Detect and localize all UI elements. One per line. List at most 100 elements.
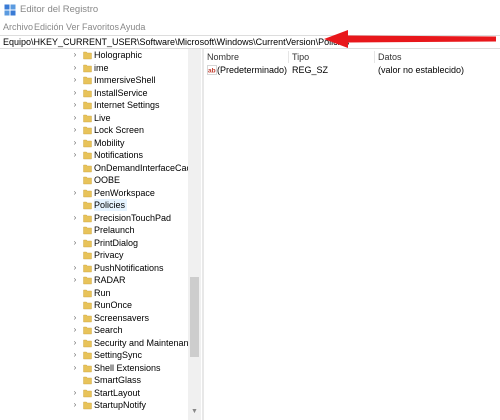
folder-icon [83,314,92,322]
chevron-right-icon[interactable]: › [71,400,79,410]
tree-item[interactable]: › PrecisionTouchPad [0,212,188,225]
tree-item-label: Run [94,287,111,298]
tree-scrollbar-thumb[interactable] [190,277,199,357]
folder-icon [83,201,92,210]
registry-editor-icon [4,4,16,16]
column-header-data[interactable]: Datos [378,52,402,62]
tree-item[interactable]: Privacy [0,249,188,262]
chevron-right-icon[interactable]: › [71,388,79,398]
menu-favorites[interactable]: Favoritos [82,22,119,32]
chevron-right-icon[interactable]: › [71,188,79,198]
tree-item-label: OOBE [94,175,121,185]
tree-item-label: StartupNotify [94,400,147,410]
chevron-right-icon[interactable]: › [71,263,79,273]
column-header-name[interactable]: Nombre [207,52,239,62]
tree-item-label: SettingSync [94,350,143,360]
chevron-right-icon[interactable]: › [71,338,79,348]
chevron-right-icon[interactable]: › [71,350,79,360]
menu-help[interactable]: Ayuda [120,22,145,32]
tree-item-label: Lock Screen [94,125,145,135]
tree-item[interactable]: › ImmersiveShell [0,74,188,87]
tree-item-label: RADAR [94,275,126,285]
folder-icon [83,251,92,260]
tree-item[interactable]: › Security and Maintenanc [0,337,190,350]
tree-item[interactable]: › Holographic [0,49,188,62]
tree-item[interactable]: RunOnce [0,299,188,312]
tree-item[interactable]: › Mobility [0,137,188,150]
folder-icon [83,364,92,372]
tree-item[interactable]: › PrintDialog [0,237,188,250]
chevron-right-icon[interactable]: › [71,363,79,373]
tree-item[interactable]: Policies [0,199,188,212]
chevron-right-icon[interactable]: › [71,275,79,285]
folder-icon [83,289,92,297]
tree-item[interactable]: Prelaunch [0,224,188,237]
folder-icon [83,64,92,72]
chevron-right-icon[interactable]: › [71,63,79,73]
chevron-right-icon[interactable]: › [71,238,79,248]
chevron-right-icon[interactable]: › [71,313,79,323]
tree-item-label: ImmersiveShell [94,75,156,85]
tree-item[interactable]: SmartGlass [0,374,188,387]
title-bar: Editor del Registro [0,0,500,20]
tree-item[interactable]: OOBE [0,174,188,187]
menu-file[interactable]: Archivo [3,22,33,32]
chevron-right-icon[interactable]: › [71,75,79,85]
tree-item[interactable]: › Search [0,324,188,337]
tree-item[interactable]: › Internet Settings [0,99,188,112]
tree-item[interactable]: › SettingSync [0,349,188,362]
folder-icon [83,139,92,147]
window-title: Editor del Registro [20,4,99,15]
tree-item[interactable]: OnDemandInterfaceCach [0,162,190,175]
tree-item[interactable]: › InstallService [0,87,188,100]
tree-item[interactable]: Run [0,287,188,300]
chevron-right-icon[interactable]: › [71,325,79,335]
column-header-type[interactable]: Tipo [292,52,309,62]
tree-item[interactable]: › PushNotifications [0,262,188,275]
value-data: (valor no establecido) [378,65,465,75]
column-divider[interactable] [288,51,289,63]
tree-item-label: PrintDialog [94,237,139,248]
folder-icon [83,189,92,197]
red-arrow-annotation [324,30,496,48]
tree-item[interactable]: › RADAR [0,274,188,287]
tree-item-label: Privacy [94,250,124,260]
tree-item-label: Holographic [94,50,143,60]
chevron-right-icon[interactable]: › [71,88,79,98]
tree-item-label: ime [94,62,109,73]
chevron-right-icon[interactable]: › [71,100,79,110]
menu-view[interactable]: Ver [66,22,80,32]
tree-item[interactable]: › PenWorkspace [0,187,188,200]
value-type: REG_SZ [292,65,329,75]
chevron-right-icon[interactable]: › [71,125,79,135]
tree-item[interactable]: › ime [0,62,188,75]
value-row[interactable]: ab (Predeterminado) REG_SZ (valor no est… [204,64,500,76]
folder-icon [83,276,92,285]
column-divider[interactable] [374,51,375,63]
tree-item-label: Mobility [94,137,125,148]
chevron-right-icon[interactable]: › [71,50,79,60]
tree-item[interactable]: › Lock Screen [0,124,188,137]
tree-scrollbar[interactable]: ▼ [188,49,201,420]
tree-item[interactable]: › StartupNotify [0,399,188,412]
menu-edit[interactable]: Edición [34,22,64,32]
folder-icon [83,76,92,85]
address-input[interactable]: Equipo\HKEY_CURRENT_USER\Software\Micros… [3,36,349,48]
tree-item-label: InstallService [94,87,148,98]
tree-item[interactable]: › Screensavers [0,312,188,325]
tree-item[interactable]: › Shell Extensions [0,362,188,375]
tree-item[interactable]: › Live [0,112,188,125]
tree-item[interactable]: › Notifications [0,149,188,162]
folder-icon [83,376,92,385]
chevron-right-icon[interactable]: › [71,213,79,223]
tree-item-label: Policies [94,199,128,211]
chevron-right-icon[interactable]: › [71,113,79,123]
tree-item-label: StartLayout [94,387,141,398]
folder-icon [83,401,92,410]
scroll-down-arrow-icon[interactable]: ▼ [190,407,199,416]
chevron-right-icon[interactable]: › [71,138,79,148]
key-tree: › Holographic › ime › ImmersiveShell › InstallS… [0,49,202,420]
chevron-right-icon[interactable]: › [71,150,79,160]
folder-icon [83,151,92,160]
tree-item[interactable]: › StartLayout [0,387,188,400]
